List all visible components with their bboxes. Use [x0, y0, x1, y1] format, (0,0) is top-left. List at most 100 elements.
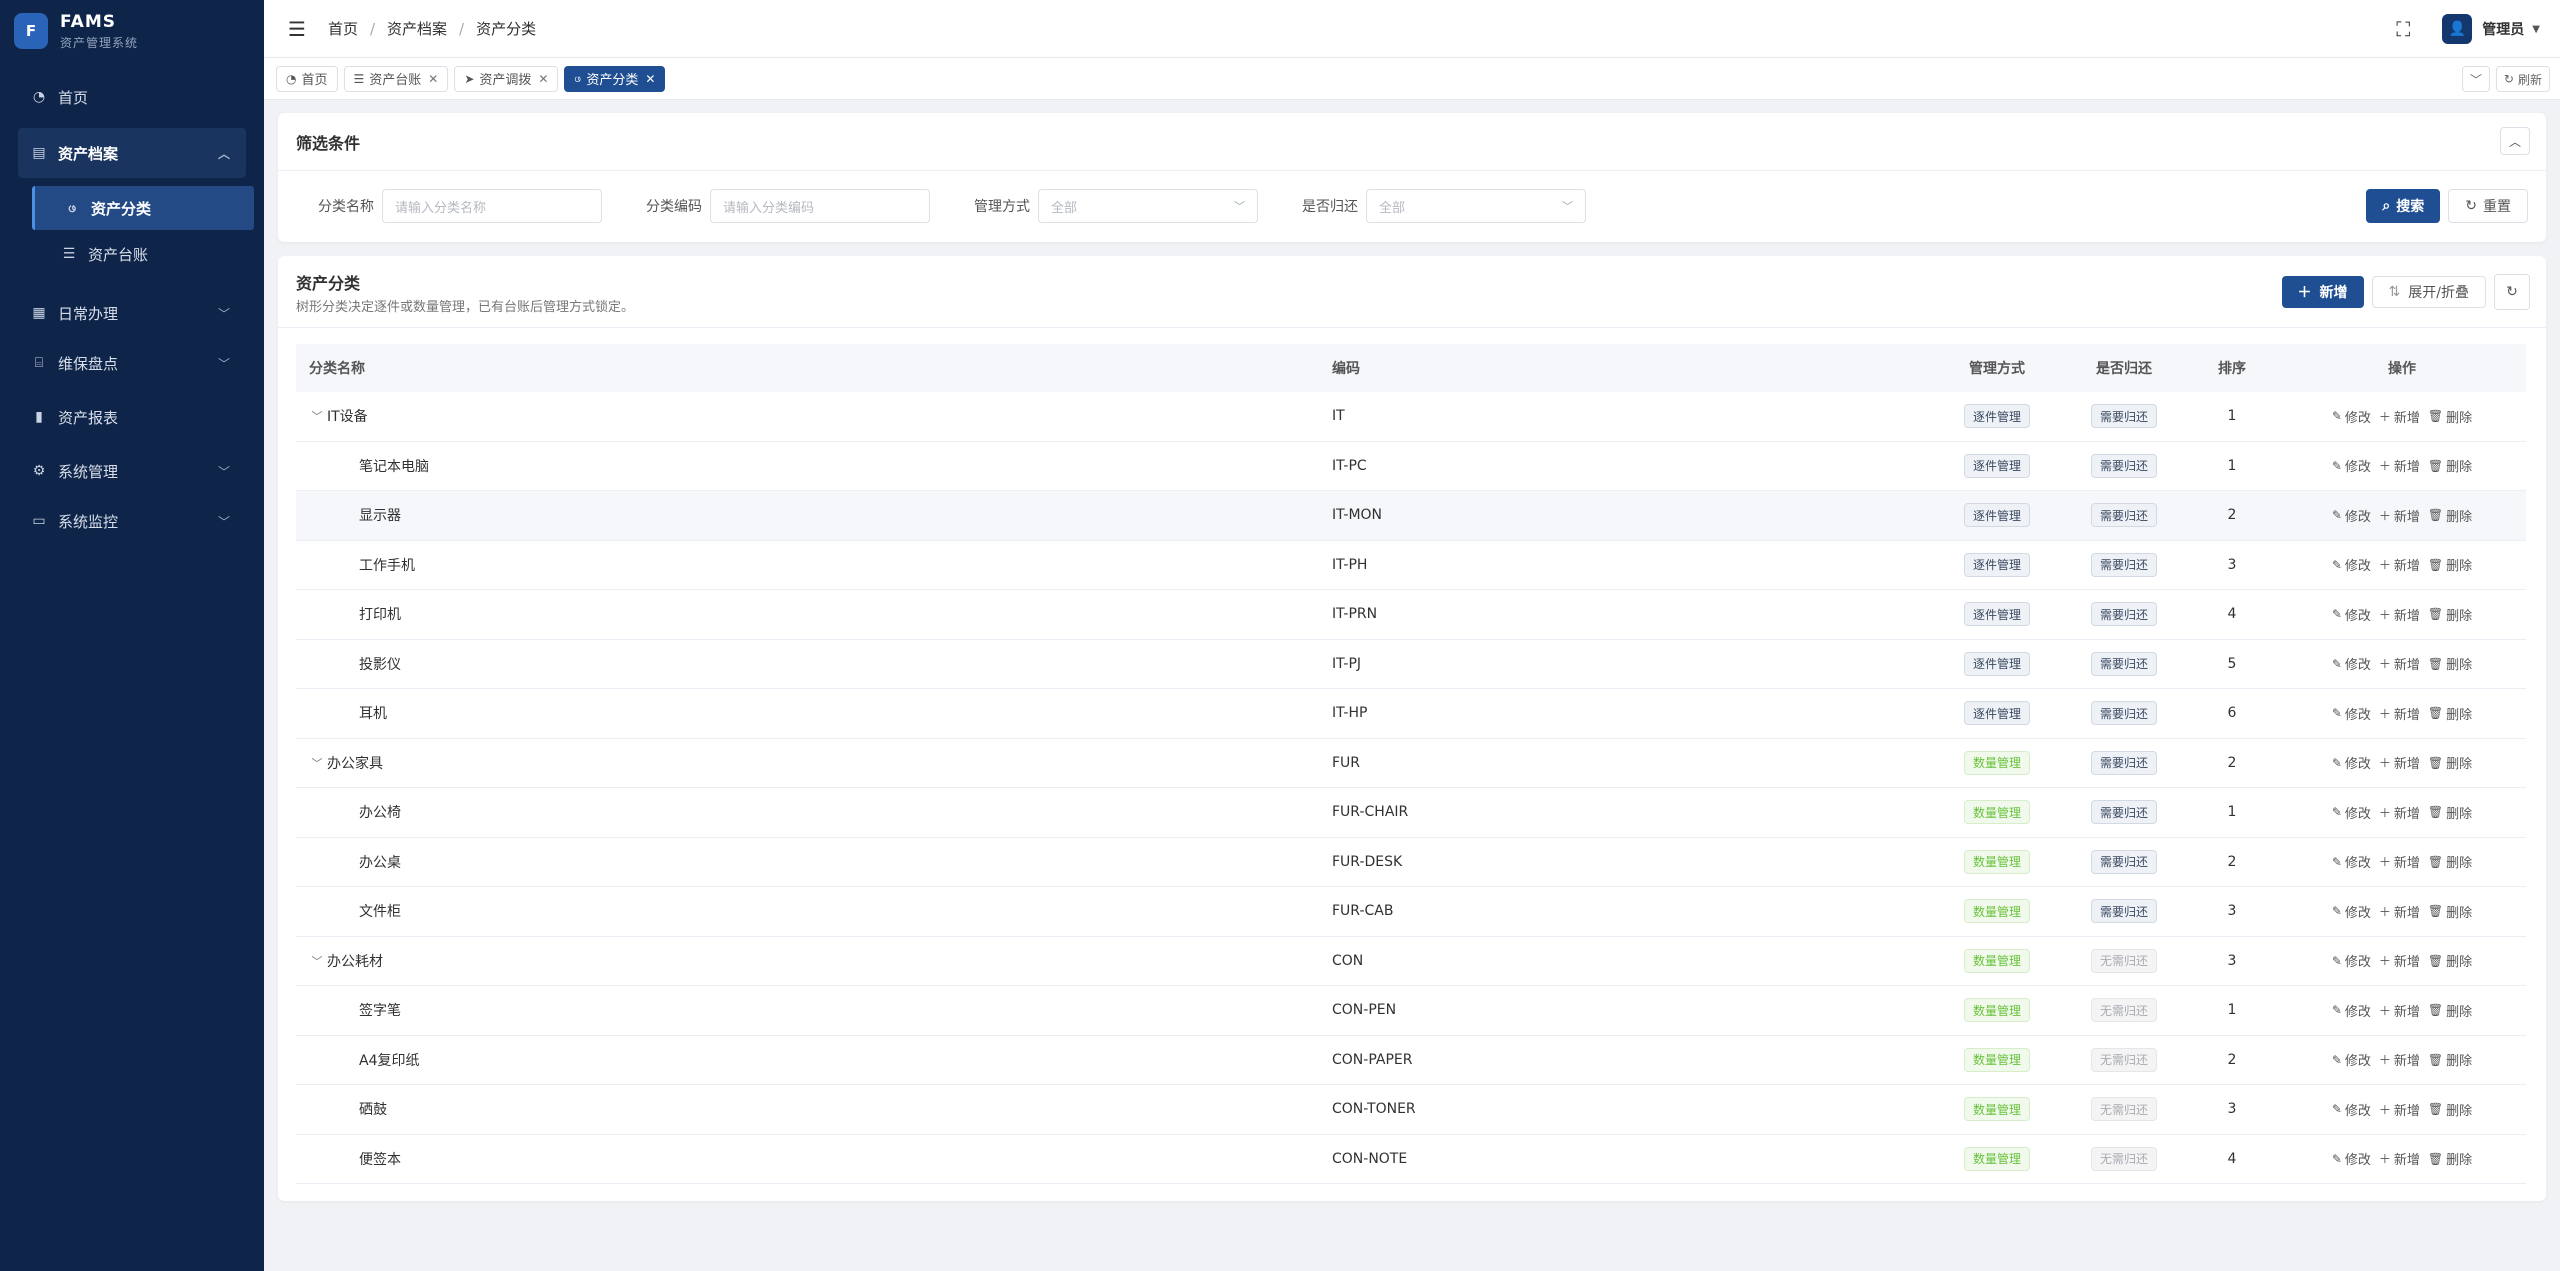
delete-button[interactable]: 🗑 删除: [2428, 803, 2472, 822]
delete-button[interactable]: 🗑 删除: [2428, 605, 2472, 624]
delete-button[interactable]: 🗑 删除: [2428, 852, 2472, 872]
sidebar-item-daily[interactable]: ▦ 日常办理 ﹀: [18, 288, 246, 338]
category-name-input[interactable]: 请输入分类名称: [382, 189, 602, 223]
table-row[interactable]: 投影仪 IT-PJ 逐件管理 需要归还 5 ✎ 修改 ＋新增 🗑 删除: [296, 640, 2526, 689]
edit-button[interactable]: ✎ 修改: [2332, 407, 2371, 426]
caret-down-icon[interactable]: ▼: [2532, 24, 2540, 35]
mode-select[interactable]: 全部 ﹀: [1038, 189, 1258, 223]
delete-button[interactable]: 🗑 删除: [2428, 456, 2472, 476]
add-child-button[interactable]: ＋新增: [2379, 753, 2420, 772]
edit-button[interactable]: ✎ 修改: [2332, 506, 2371, 525]
table-row[interactable]: 耳机 IT-HP 逐件管理 需要归还 6 ✎ 修改 ＋新增 🗑 删除: [296, 689, 2526, 739]
add-child-button[interactable]: ＋新增: [2379, 1001, 2420, 1020]
refresh-tab-button[interactable]: ↻ 刷新: [2495, 66, 2550, 92]
sidebar-item-asset-ledger[interactable]: ☰ 资产台账: [32, 232, 254, 276]
tab-home[interactable]: ◔ 首页: [276, 65, 338, 92]
edit-button[interactable]: ✎ 修改: [2332, 803, 2371, 822]
category-code-input[interactable]: 请输入分类编码: [710, 189, 930, 223]
tab-asset-category[interactable]: ဖ 资产分类 ✕: [564, 65, 666, 92]
add-child-button[interactable]: ＋新增: [2379, 1149, 2420, 1168]
delete-button[interactable]: 🗑 删除: [2428, 753, 2472, 773]
table-row[interactable]: 打印机 IT-PRN 逐件管理 需要归还 4 ✎ 修改 ＋新增 🗑 删除: [296, 590, 2526, 640]
tabs-dropdown-button[interactable]: ﹀: [2461, 66, 2490, 92]
edit-button[interactable]: ✎ 修改: [2332, 605, 2371, 624]
sidebar-item-asset-category[interactable]: ဖ 资产分类: [32, 186, 254, 230]
tab-asset-ledger[interactable]: ☰ 资产台账 ✕: [343, 65, 449, 92]
delete-button[interactable]: 🗑 删除: [2428, 1100, 2472, 1119]
table-row[interactable]: 笔记本电脑 IT-PC 逐件管理 需要归还 1 ✎ 修改 ＋新增 🗑 删除: [296, 442, 2526, 491]
table-row[interactable]: 办公椅 FUR-CHAIR 数量管理 需要归还 1 ✎ 修改 ＋新增 🗑 删除: [296, 788, 2526, 838]
edit-button[interactable]: ✎ 修改: [2332, 654, 2371, 674]
user-name[interactable]: 管理员: [2482, 19, 2524, 39]
add-child-button[interactable]: ＋新增: [2379, 902, 2420, 921]
delete-button[interactable]: 🗑 删除: [2428, 1149, 2472, 1169]
expand-caret-icon[interactable]: ﹀: [309, 755, 325, 771]
table-row[interactable]: ﹀ 办公家具 FUR 数量管理 需要归还 2 ✎ 修改 ＋新增 🗑 删除: [296, 739, 2526, 788]
edit-button[interactable]: ✎ 修改: [2332, 1100, 2371, 1119]
expand-caret-icon[interactable]: ﹀: [309, 953, 325, 969]
table-row[interactable]: 文件柜 FUR-CAB 数量管理 需要归还 3 ✎ 修改 ＋新增 🗑 删除: [296, 887, 2526, 937]
sidebar-item-monitor[interactable]: ▭ 系统监控 ﹀: [18, 496, 246, 546]
delete-button[interactable]: 🗑 删除: [2428, 1001, 2472, 1020]
table-row[interactable]: 工作手机 IT-PH 逐件管理 需要归还 3 ✎ 修改 ＋新增 🗑 删除: [296, 541, 2526, 590]
delete-button[interactable]: 🗑 删除: [2428, 951, 2472, 971]
tab-asset-transfer[interactable]: ➤ 资产调拨 ✕: [454, 65, 559, 92]
table-row[interactable]: 显示器 IT-MON 逐件管理 需要归还 2 ✎ 修改 ＋新增 🗑 删除: [296, 491, 2526, 541]
table-row[interactable]: ﹀ 办公耗材 CON 数量管理 无需归还 3 ✎ 修改 ＋新增 🗑 删除: [296, 937, 2526, 986]
delete-button[interactable]: 🗑 删除: [2428, 506, 2472, 525]
edit-button[interactable]: ✎ 修改: [2332, 1050, 2371, 1070]
add-child-button[interactable]: ＋新增: [2379, 704, 2420, 723]
edit-button[interactable]: ✎ 修改: [2332, 902, 2371, 921]
reload-button[interactable]: ↻: [2494, 274, 2530, 310]
avatar[interactable]: 👤: [2442, 14, 2473, 44]
app-logo[interactable]: F FAMS 资产管理系统: [0, 0, 264, 62]
add-child-button[interactable]: ＋新增: [2379, 605, 2420, 624]
table-row[interactable]: 办公桌 FUR-DESK 数量管理 需要归还 2 ✎ 修改 ＋新增 🗑 删除: [296, 838, 2526, 887]
breadcrumb-item[interactable]: 首页: [328, 18, 358, 39]
close-icon[interactable]: ✕: [428, 72, 438, 86]
expand-caret-icon[interactable]: ﹀: [309, 408, 325, 424]
menu-toggle-icon[interactable]: ☰: [288, 17, 306, 41]
table-row[interactable]: 签字笔 CON-PEN 数量管理 无需归还 1 ✎ 修改 ＋新增 🗑 删除: [296, 986, 2526, 1036]
sidebar-item-maintenance[interactable]: ⌸ 维保盘点 ﹀: [18, 338, 246, 388]
return-select[interactable]: 全部 ﹀: [1366, 189, 1586, 223]
add-child-button[interactable]: ＋新增: [2379, 506, 2420, 525]
add-child-button[interactable]: ＋新增: [2379, 951, 2420, 970]
delete-button[interactable]: 🗑 删除: [2428, 704, 2472, 723]
edit-button[interactable]: ✎ 修改: [2332, 753, 2371, 773]
table-row[interactable]: A4复印纸 CON-PAPER 数量管理 无需归还 2 ✎ 修改 ＋新增 🗑 删除: [296, 1036, 2526, 1085]
add-child-button[interactable]: ＋新增: [2379, 1050, 2420, 1069]
delete-button[interactable]: 🗑 删除: [2428, 654, 2472, 674]
breadcrumb-item[interactable]: 资产档案: [387, 18, 447, 39]
sidebar-item-asset-archive[interactable]: ▤ 资产档案 ︿: [18, 128, 246, 178]
delete-button[interactable]: 🗑 删除: [2428, 1050, 2472, 1070]
add-child-button[interactable]: ＋新增: [2379, 456, 2420, 475]
edit-button[interactable]: ✎ 修改: [2332, 456, 2371, 476]
expand-collapse-button[interactable]: ⇅ 展开/折叠: [2371, 276, 2486, 308]
collapse-button[interactable]: ︿: [2500, 127, 2530, 155]
sidebar-item-home[interactable]: ◔ 首页: [18, 72, 246, 122]
reset-button[interactable]: ↻ 重置: [2448, 189, 2528, 223]
sidebar-item-reports[interactable]: ▮ 资产报表: [18, 392, 246, 442]
table-row[interactable]: 便签本 CON-NOTE 数量管理 无需归还 4 ✎ 修改 ＋新增 🗑 删除: [296, 1135, 2526, 1184]
add-child-button[interactable]: ＋新增: [2379, 1100, 2420, 1119]
add-child-button[interactable]: ＋新增: [2379, 852, 2420, 871]
table-row[interactable]: 硒鼓 CON-TONER 数量管理 无需归还 3 ✎ 修改 ＋新增 🗑 删除: [296, 1085, 2526, 1135]
add-child-button[interactable]: ＋新增: [2379, 555, 2420, 574]
add-child-button[interactable]: ＋新增: [2379, 803, 2420, 822]
edit-button[interactable]: ✎ 修改: [2332, 852, 2371, 872]
edit-button[interactable]: ✎ 修改: [2332, 951, 2371, 971]
edit-button[interactable]: ✎ 修改: [2332, 704, 2371, 723]
fullscreen-icon[interactable]: ⛶: [2396, 17, 2410, 41]
table-row[interactable]: ﹀ IT设备 IT 逐件管理 需要归还 1 ✎ 修改 ＋新增 🗑 删除: [296, 392, 2526, 442]
close-icon[interactable]: ✕: [538, 72, 548, 86]
edit-button[interactable]: ✎ 修改: [2332, 1149, 2371, 1169]
delete-button[interactable]: 🗑 删除: [2428, 902, 2472, 921]
edit-button[interactable]: ✎ 修改: [2332, 1001, 2371, 1020]
search-button[interactable]: ⌕ 搜索: [2366, 189, 2441, 223]
delete-button[interactable]: 🗑 删除: [2428, 407, 2472, 426]
add-child-button[interactable]: ＋新增: [2379, 407, 2420, 426]
delete-button[interactable]: 🗑 删除: [2428, 555, 2472, 575]
sidebar-item-system[interactable]: ⚙ 系统管理 ﹀: [18, 446, 246, 496]
add-child-button[interactable]: ＋新增: [2379, 654, 2420, 673]
